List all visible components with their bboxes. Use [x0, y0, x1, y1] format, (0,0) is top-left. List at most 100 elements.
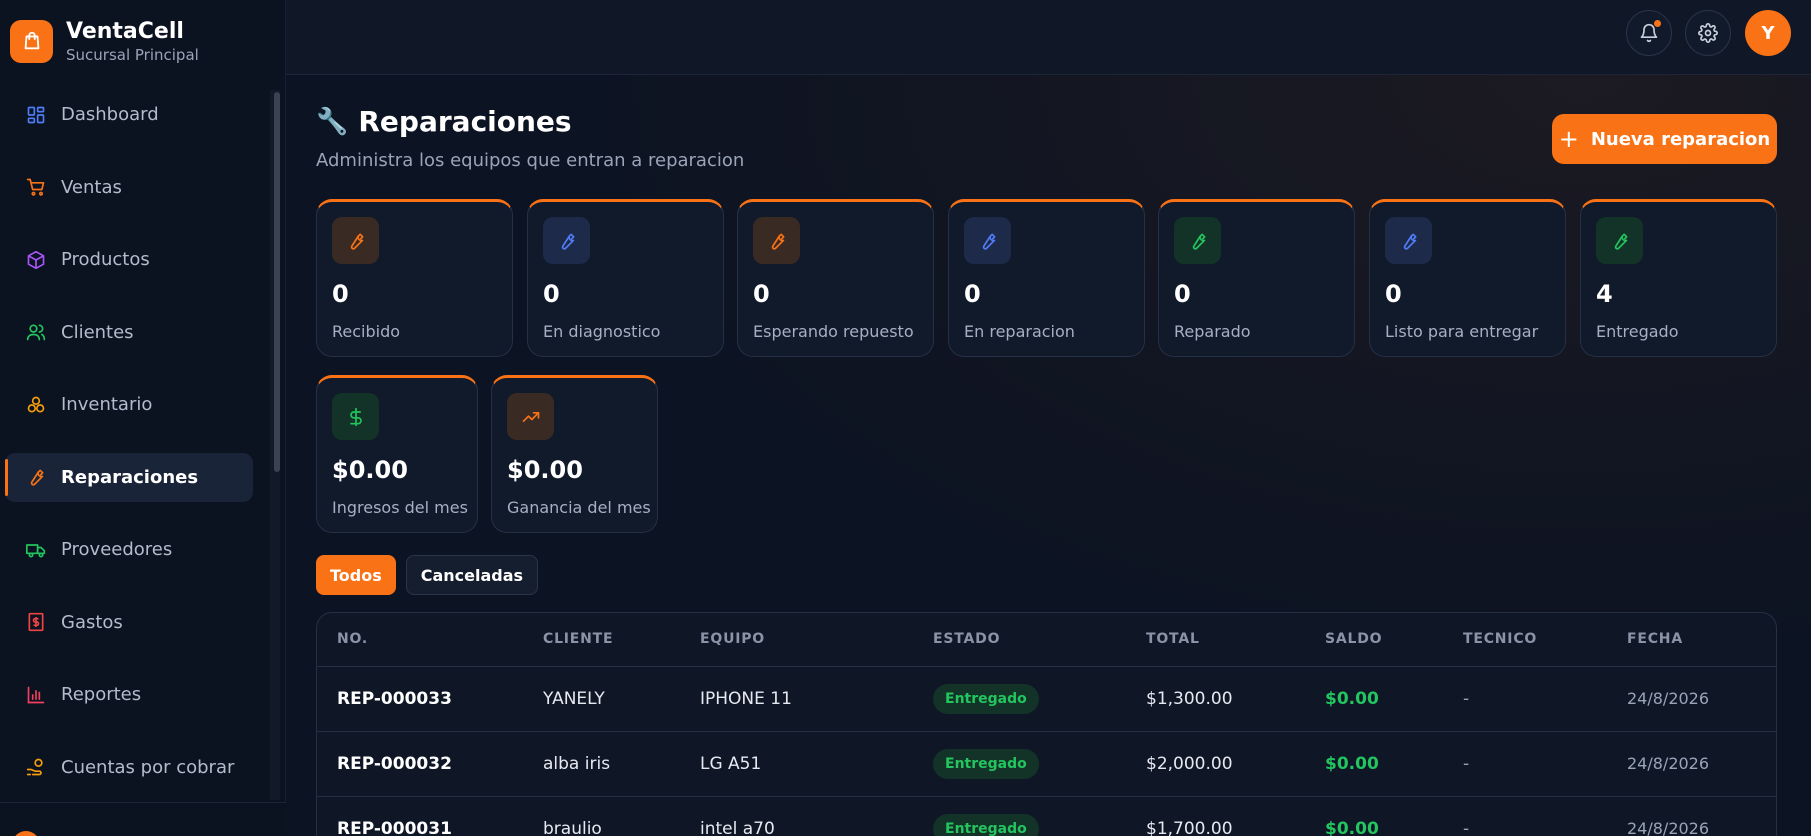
- filter-tabs: Todos Canceladas: [316, 555, 548, 595]
- column-header[interactable]: CLIENTE: [543, 631, 613, 647]
- sidebar-item-clientes[interactable]: Clientes: [5, 308, 253, 357]
- sidebar-item-label: Inventario: [61, 394, 153, 415]
- stat-card-ingresos-del-mes: $0.00 Ingresos del mes: [316, 375, 478, 533]
- topbar: Y: [286, 0, 1811, 75]
- column-header[interactable]: SALDO: [1325, 631, 1382, 647]
- gear-icon: [1698, 23, 1718, 43]
- repairs-table: NO. CLIENTE EQUIPO ESTADO TOTAL SALDO TE…: [316, 612, 1777, 836]
- sidebar-item-ventas[interactable]: Ventas: [5, 163, 253, 212]
- sidebar-item-label: Reparaciones: [61, 466, 199, 488]
- cell-no: REP-000031: [337, 819, 452, 836]
- stat-value: 0: [753, 280, 770, 308]
- sidebar-item-label: Proveedores: [61, 539, 173, 560]
- stat-value: 4: [1596, 280, 1613, 308]
- cell-saldo: $0.00: [1325, 819, 1379, 836]
- stat-label: Ganancia del mes: [507, 498, 651, 517]
- sidebar-item-label: Ventas: [61, 176, 122, 198]
- stat-label: Recibido: [332, 322, 401, 341]
- wrench-icon: [1174, 217, 1221, 264]
- stat-value: $0.00: [332, 456, 408, 484]
- column-header[interactable]: TECNICO: [1463, 631, 1537, 647]
- stat-label: Esperando repuesto: [753, 322, 914, 341]
- sidebar-item-dashboard[interactable]: Dashboard: [5, 90, 253, 139]
- stat-card-reparado: 0 Reparado: [1158, 199, 1355, 357]
- notification-dot: [1654, 20, 1661, 27]
- cart-icon: [25, 176, 47, 198]
- filter-todos[interactable]: Todos: [316, 555, 396, 595]
- bar-chart-icon: [25, 684, 47, 706]
- truck-icon: [25, 539, 47, 561]
- brand[interactable]: VentaCell Sucursal Principal: [10, 18, 199, 64]
- page-title: 🔧 Reparaciones: [316, 105, 572, 138]
- stat-label: Reparado: [1174, 322, 1251, 341]
- column-header[interactable]: EQUIPO: [700, 631, 765, 647]
- stat-card-en-diagnostico: 0 En diagnostico: [527, 199, 724, 357]
- table-row[interactable]: REP-000031 braulio intel a70 Entregado $…: [317, 797, 1776, 836]
- receipt-icon: [25, 611, 47, 633]
- users-icon: [25, 321, 47, 343]
- sidebar-item-gastos[interactable]: Gastos: [5, 598, 253, 647]
- column-header[interactable]: TOTAL: [1146, 631, 1200, 647]
- sidebar-item-label: Clientes: [61, 321, 134, 343]
- wrench-emoji-icon: 🔧: [316, 106, 349, 137]
- stat-label: Ingresos del mes: [332, 498, 468, 517]
- cell-total: $1,300.00: [1146, 689, 1233, 709]
- table-row[interactable]: REP-000032 alba iris LG A51 Entregado $2…: [317, 732, 1776, 797]
- filter-canceladas[interactable]: Canceladas: [405, 555, 539, 595]
- status-badge: Entregado: [933, 684, 1039, 714]
- table-header: NO. CLIENTE EQUIPO ESTADO TOTAL SALDO TE…: [317, 613, 1776, 667]
- box-icon: [25, 249, 47, 271]
- stat-label: En diagnostico: [543, 322, 661, 341]
- cell-tecnico: -: [1463, 689, 1470, 709]
- cell-fecha: 24/8/2026: [1627, 819, 1710, 836]
- cell-equipo: LG A51: [700, 754, 762, 774]
- sidebar-item-proveedores[interactable]: Proveedores: [5, 525, 253, 574]
- sidebar-item-inventario[interactable]: Inventario: [5, 380, 253, 429]
- sidebar-item-cuentas-por-cobrar[interactable]: Cuentas por cobrar: [5, 743, 253, 792]
- stat-label: En reparacion: [964, 322, 1075, 341]
- notifications-button[interactable]: [1626, 10, 1672, 56]
- wrench-icon: [1385, 217, 1432, 264]
- wrench-icon: [543, 217, 590, 264]
- cell-cliente: braulio: [543, 819, 602, 836]
- page-subtitle: Administra los equipos que entran a repa…: [316, 150, 745, 171]
- brand-name: VentaCell: [66, 19, 184, 44]
- sidebar-item-reportes[interactable]: Reportes: [5, 670, 253, 719]
- wrench-icon: [332, 217, 379, 264]
- user-avatar[interactable]: Y: [1745, 10, 1791, 56]
- column-header[interactable]: NO.: [337, 631, 368, 647]
- stat-card-listo-para-entregar: 0 Listo para entregar: [1369, 199, 1566, 357]
- column-header[interactable]: ESTADO: [933, 631, 1000, 647]
- sidebar-footer: [0, 802, 286, 836]
- plus-icon: +: [1558, 125, 1579, 153]
- cell-saldo: $0.00: [1325, 754, 1379, 774]
- stat-card-esperando-repuesto: 0 Esperando repuesto: [737, 199, 934, 357]
- main-content: 🔧 Reparaciones Administra los equipos qu…: [286, 75, 1811, 836]
- wrench-icon: [1596, 217, 1643, 264]
- stat-value: 0: [964, 280, 981, 308]
- stack-icon: [25, 394, 47, 416]
- sidebar-item-productos[interactable]: Productos: [5, 235, 253, 284]
- wrench-icon: [753, 217, 800, 264]
- new-repair-button[interactable]: + Nueva reparacion: [1552, 114, 1777, 164]
- sidebar-item-label: Productos: [61, 249, 150, 270]
- settings-button[interactable]: [1685, 10, 1731, 56]
- stat-value: 0: [543, 280, 560, 308]
- stat-value: 0: [1174, 280, 1191, 308]
- sidebar-item-label: Dashboard: [61, 104, 159, 125]
- stat-value: 0: [332, 280, 349, 308]
- status-badge: Entregado: [933, 814, 1039, 836]
- stat-card-entregado: 4 Entregado: [1580, 199, 1777, 357]
- new-repair-label: Nueva reparacion: [1590, 128, 1771, 150]
- cell-fecha: 24/8/2026: [1627, 754, 1710, 773]
- cell-cliente: alba iris: [543, 754, 611, 774]
- sidebar-scrollbar-thumb[interactable]: [274, 92, 280, 472]
- wrench-icon: [964, 217, 1011, 264]
- avatar[interactable]: [12, 831, 40, 836]
- dollar-icon: [332, 393, 379, 440]
- sidebar-item-reparaciones[interactable]: Reparaciones: [5, 452, 253, 502]
- table-row[interactable]: REP-000033 YANELY IPHONE 11 Entregado $1…: [317, 667, 1776, 732]
- sidebar-item-label: Gastos: [61, 611, 123, 633]
- cell-saldo: $0.00: [1325, 689, 1379, 709]
- column-header[interactable]: FECHA: [1627, 631, 1683, 647]
